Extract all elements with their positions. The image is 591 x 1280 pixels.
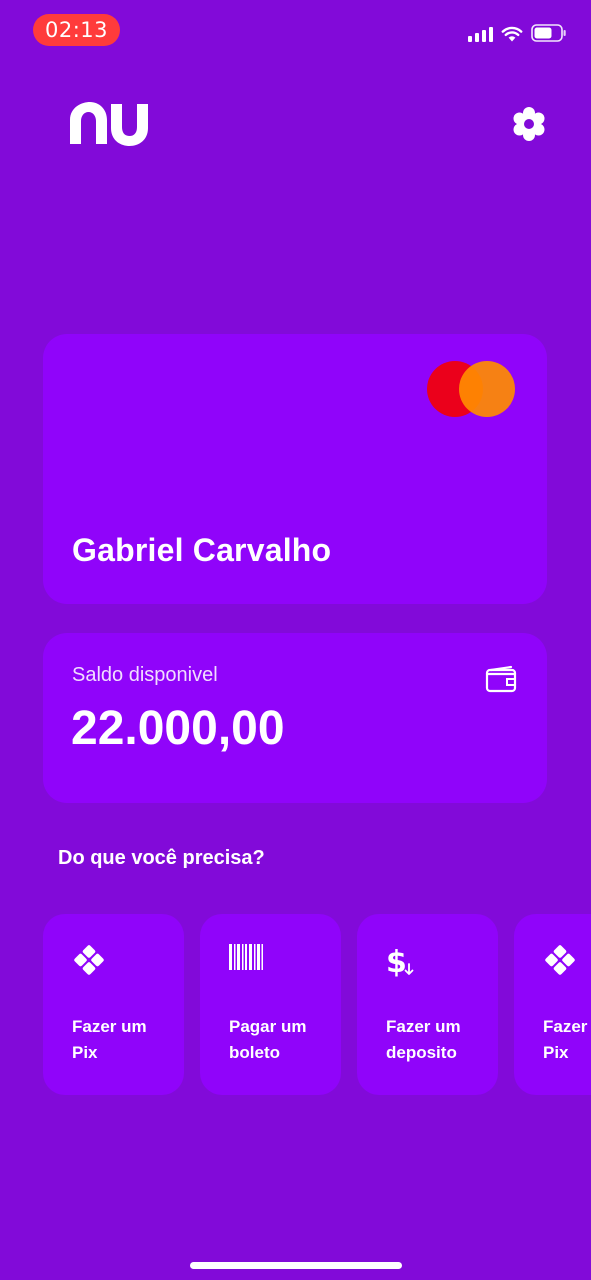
status-time: 02:13 xyxy=(44,18,109,42)
mastercard-logo xyxy=(427,361,515,417)
action-label-line1: Fazer um xyxy=(72,1017,147,1036)
action-label-line2: Pix xyxy=(72,1043,98,1062)
status-icons xyxy=(468,22,567,42)
wifi-icon xyxy=(501,26,523,42)
wallet-icon[interactable] xyxy=(485,665,517,693)
home-indicator[interactable] xyxy=(190,1262,402,1269)
home-screen: 02:13 Gabriel Carvalho Saldo disponivel … xyxy=(0,0,591,1280)
action-label-line2: Pix xyxy=(543,1043,569,1062)
quick-actions-carousel[interactable]: Fazer um Pix Pagar um boleto $ Fazer um … xyxy=(43,914,591,1096)
pix-icon xyxy=(545,945,575,975)
settings-button[interactable] xyxy=(509,104,549,144)
action-boleto[interactable]: Pagar um boleto xyxy=(200,914,341,1095)
action-label: Fazer um Pix xyxy=(72,1014,172,1066)
status-time-pill[interactable]: 02:13 xyxy=(33,14,120,46)
action-label-line1: Fazer um xyxy=(386,1017,461,1036)
mastercard-orange-circle xyxy=(459,361,515,417)
svg-text:$: $ xyxy=(386,945,407,978)
cellular-signal-icon xyxy=(468,26,493,42)
action-label: Fazer Pix xyxy=(543,1014,591,1066)
action-label-line2: deposito xyxy=(386,1043,457,1062)
action-pix-2[interactable]: Fazer Pix xyxy=(514,914,591,1095)
nubank-logo xyxy=(70,102,148,146)
balance-value: 22.000,00 xyxy=(71,702,285,755)
action-label-line2: boleto xyxy=(229,1043,280,1062)
dollar-deposit-icon: $ xyxy=(386,945,414,978)
action-label: Pagar um boleto xyxy=(229,1014,329,1066)
action-label-line1: Fazer xyxy=(543,1017,588,1036)
actions-section-title: Do que você precisa? xyxy=(58,847,265,869)
battery-icon xyxy=(531,24,566,42)
gear-icon xyxy=(513,107,545,141)
barcode-icon xyxy=(229,944,263,970)
action-deposit[interactable]: $ Fazer um deposito xyxy=(357,914,498,1095)
pix-icon xyxy=(74,945,104,975)
card-holder-name: Gabriel Carvalho xyxy=(72,532,332,568)
credit-card[interactable]: Gabriel Carvalho xyxy=(43,334,547,604)
balance-label: Saldo disponivel xyxy=(72,664,218,686)
action-label-line1: Pagar um xyxy=(229,1017,307,1036)
balance-card[interactable]: Saldo disponivel 22.000,00 xyxy=(43,633,547,803)
action-label: Fazer um deposito xyxy=(386,1014,486,1066)
action-pix[interactable]: Fazer um Pix xyxy=(43,914,184,1095)
